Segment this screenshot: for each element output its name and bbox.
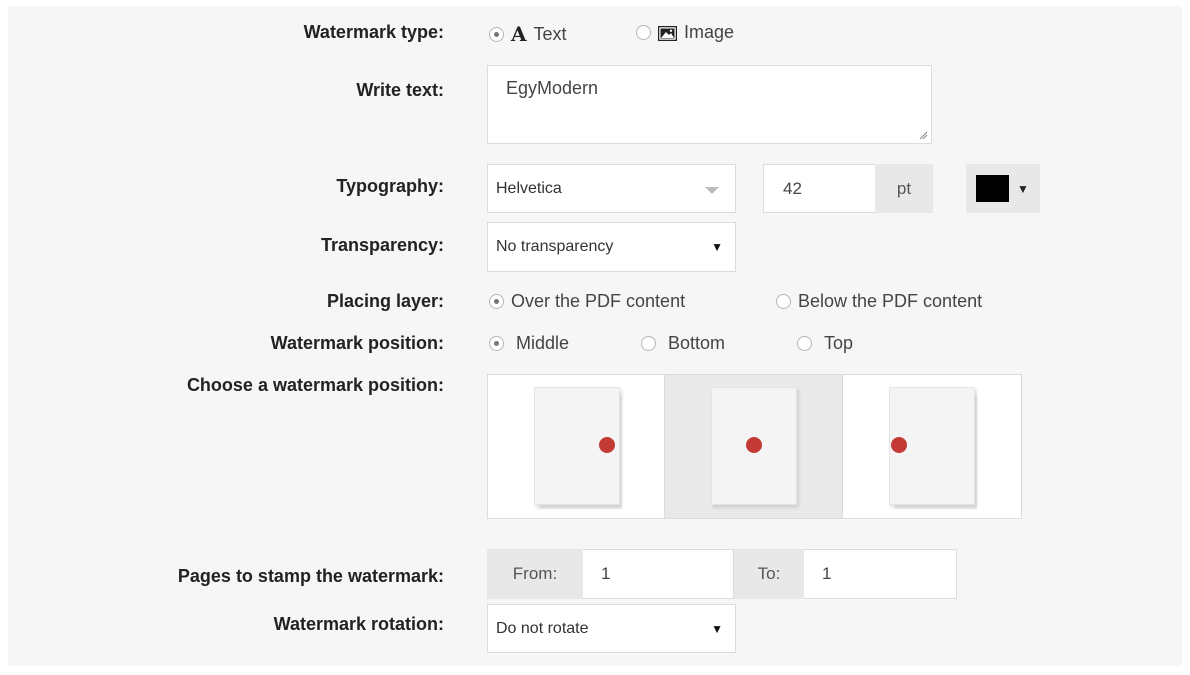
placing-layer-below-option[interactable]: Below the PDF content — [776, 291, 982, 312]
chevron-down-icon — [705, 186, 719, 194]
font-color-picker[interactable]: ▼ — [966, 164, 1040, 213]
watermark-type-image-radio[interactable] — [636, 25, 651, 40]
placing-layer-over-label: Over the PDF content — [511, 291, 686, 311]
watermark-type-text-label: Text — [533, 23, 567, 44]
write-text-label: Write text: — [356, 80, 444, 100]
choose-position-label: Choose a watermark position: — [186, 375, 444, 395]
position-picker — [487, 374, 1022, 519]
resize-handle-icon[interactable] — [919, 131, 928, 140]
position-top-radio[interactable] — [797, 336, 812, 351]
watermark-type-image-option[interactable]: Image — [636, 22, 734, 43]
placing-layer-over-radio[interactable] — [489, 294, 504, 309]
font-family-value: Helvetica — [496, 179, 562, 197]
placing-layer-over-option[interactable]: Over the PDF content — [489, 291, 685, 312]
pages-to-addon: To: — [734, 549, 804, 599]
position-right-cell[interactable] — [488, 375, 665, 518]
position-bottom-label: Bottom — [668, 333, 726, 353]
pages-to-value: 1 — [822, 564, 832, 583]
color-swatch — [976, 175, 1009, 202]
rotation-label: Watermark rotation: — [273, 614, 444, 634]
font-size-unit-addon: pt — [875, 164, 933, 213]
font-size-unit: pt — [896, 178, 912, 198]
position-middle-radio[interactable] — [489, 336, 504, 351]
watermark-type-text-option[interactable]: A Text — [489, 22, 567, 46]
position-middle-label: Middle — [516, 333, 570, 353]
pages-from-input[interactable]: 1 — [583, 549, 734, 599]
pages-from-value: 1 — [601, 564, 611, 583]
position-top-option[interactable]: Top — [797, 333, 853, 354]
write-text-value: EgyModern — [506, 78, 599, 98]
watermark-dot-icon — [891, 437, 907, 453]
typography-label: Typography: — [336, 176, 444, 196]
position-bottom-radio[interactable] — [641, 336, 656, 351]
pages-label: Pages to stamp the watermark: — [177, 566, 444, 586]
placing-layer-below-label: Below the PDF content — [798, 291, 983, 311]
position-top-label: Top — [824, 333, 854, 353]
pages-from-label: From: — [512, 564, 558, 583]
transparency-select[interactable]: No transparency ▼ — [487, 222, 736, 272]
write-text-textarea[interactable]: EgyModern — [487, 65, 932, 144]
watermark-type-image-label: Image — [684, 22, 735, 42]
font-size-value: 42 — [783, 178, 802, 198]
pages-from-addon: From: — [487, 549, 583, 599]
pages-to-label: To: — [757, 564, 781, 583]
watermark-type-label: Watermark type: — [303, 22, 444, 42]
text-icon: A — [511, 22, 527, 46]
rotation-value: Do not rotate — [496, 619, 589, 637]
placing-layer-label: Placing layer: — [326, 291, 444, 311]
caret-down-icon: ▼ — [711, 240, 723, 254]
placing-layer-below-radio[interactable] — [776, 294, 791, 309]
watermark-position-label: Watermark position: — [270, 333, 444, 353]
watermark-dot-icon — [599, 437, 615, 453]
watermark-type-text-radio[interactable] — [489, 26, 504, 42]
position-center-cell[interactable] — [665, 375, 843, 518]
position-bottom-option[interactable]: Bottom — [641, 333, 725, 354]
pages-to-input[interactable]: 1 — [804, 549, 957, 599]
caret-down-icon: ▼ — [711, 621, 723, 636]
caret-down-icon: ▼ — [1017, 181, 1029, 196]
rotation-select[interactable]: Do not rotate ▼ — [487, 604, 736, 653]
image-icon — [657, 25, 678, 42]
position-left-cell[interactable] — [843, 375, 1021, 518]
font-size-input[interactable]: 42 — [763, 164, 875, 213]
transparency-value: No transparency — [496, 238, 614, 255]
transparency-label: Transparency: — [320, 235, 444, 255]
font-family-select[interactable]: Helvetica — [487, 164, 736, 213]
position-middle-option[interactable]: Middle — [489, 333, 569, 354]
watermark-dot-icon — [746, 437, 762, 453]
